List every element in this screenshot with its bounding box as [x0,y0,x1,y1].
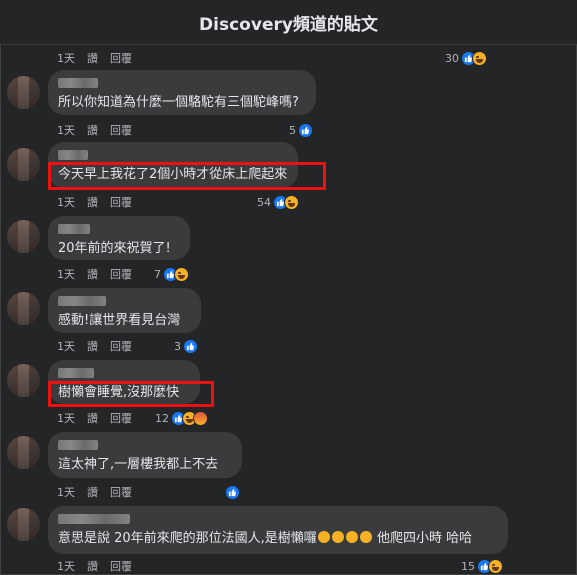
avatar[interactable] [7,364,40,397]
reaction-count: 54 [257,195,271,209]
comment-actions: 1天 讚 回覆 [57,484,132,500]
comment-actions: 1天 讚 回覆 [57,558,132,574]
timestamp[interactable]: 1天 [57,122,75,138]
commenter-name[interactable] [58,440,98,450]
commenter-name[interactable] [58,514,130,524]
avatar[interactable] [7,76,40,109]
reaction-count: 3 [174,339,181,353]
rofl-emoji-icon [317,531,330,543]
timestamp[interactable]: 1天 [57,266,75,282]
like-reaction-icon [225,484,240,500]
timestamp[interactable]: 1天 [57,410,75,426]
reply-button[interactable]: 回覆 [110,122,132,138]
angry-reaction-icon [193,410,208,426]
comment-text: 這太神了,一層樓我都上不去 [58,457,219,472]
like-button[interactable]: 讚 [87,338,98,354]
reaction-summary[interactable]: 12 [155,410,208,426]
reaction-count: 5 [289,123,296,137]
timestamp[interactable]: 1天 [57,194,75,210]
comment-bubble: 20年前的來祝賀了! [48,216,190,260]
avatar[interactable] [7,220,40,253]
post-header: Discovery頻道的貼文 [0,0,577,45]
like-button[interactable]: 讚 [87,194,98,210]
reaction-summary[interactable]: 5 [289,122,313,138]
avatar[interactable] [7,436,40,469]
reaction-summary[interactable] [225,484,240,500]
like-button[interactable]: 讚 [87,558,98,574]
reaction-count: 15 [461,559,475,573]
reaction-summary[interactable]: 15 [461,558,503,574]
timestamp[interactable]: 1天 [57,338,75,354]
haha-reaction-icon [488,558,503,574]
commenter-name[interactable] [58,78,98,88]
comment-actions: 1天 讚 回覆 [57,50,132,66]
comment-text: 感動!讓世界看見台灣 [58,313,181,328]
comment-text: 所以你知道為什麼一個駱駝有三個駝峰嗎? [58,95,299,110]
avatar[interactable] [7,508,40,541]
timestamp[interactable]: 1天 [57,558,75,574]
reply-button[interactable]: 回覆 [110,194,132,210]
like-button[interactable]: 讚 [87,122,98,138]
reply-button[interactable]: 回覆 [110,558,132,574]
reaction-count: 7 [154,267,161,281]
like-reaction-icon [183,338,198,354]
page-title: Discovery頻道的貼文 [199,15,378,35]
like-button[interactable]: 讚 [87,266,98,282]
highlight-box [48,162,326,190]
comment-actions: 1天 讚 回覆 [57,194,132,210]
like-reaction-icon [298,122,313,138]
comment-actions: 1天 讚 回覆 [57,338,132,354]
comment-text: 20年前的來祝賀了! [58,241,171,256]
reply-button[interactable]: 回覆 [110,50,132,66]
rofl-emoji-icon [345,531,358,543]
rofl-emoji-icon [331,531,344,543]
reaction-summary[interactable]: 7 [154,266,189,282]
comment-actions: 1天 讚 回覆 [57,410,132,426]
comment-actions: 1天 讚 回覆 [57,122,132,138]
reply-button[interactable]: 回覆 [110,410,132,426]
highlight-box [48,381,214,407]
avatar[interactable] [7,148,40,181]
like-button[interactable]: 讚 [87,50,98,66]
avatar[interactable] [7,292,40,325]
comment-actions: 1天 讚 回覆 [57,266,132,282]
reaction-count: 30 [445,51,459,65]
haha-reaction-icon [472,50,487,66]
rofl-emoji-icon [359,531,372,543]
comment-text-part: 他爬四小時 哈哈 [376,531,473,546]
comment-bubble: 意思是說 20年前來爬的那位法國人,是樹懶囉 他爬四小時 哈哈 [48,506,508,554]
reply-button[interactable]: 回覆 [110,484,132,500]
timestamp[interactable]: 1天 [57,50,75,66]
timestamp[interactable]: 1天 [57,484,75,500]
reaction-count: 12 [155,411,169,425]
comment-bubble: 感動!讓世界看見台灣 [48,288,201,333]
commenter-name[interactable] [58,296,106,306]
reaction-summary[interactable]: 30 [445,50,487,66]
haha-reaction-icon [284,194,299,210]
reply-button[interactable]: 回覆 [110,266,132,282]
reaction-summary[interactable]: 3 [174,338,198,354]
comment-bubble: 這太神了,一層樓我都上不去 [48,432,242,478]
commenter-name[interactable] [58,224,90,234]
reaction-summary[interactable]: 54 [257,194,299,210]
reply-button[interactable]: 回覆 [110,338,132,354]
comment-text-part: 意思是說 20年前來爬的那位法國人,是樹懶囉 [58,531,317,546]
like-button[interactable]: 讚 [87,484,98,500]
haha-reaction-icon [174,266,189,282]
comment-bubble: 所以你知道為什麼一個駱駝有三個駝峰嗎? [48,70,316,115]
like-button[interactable]: 讚 [87,410,98,426]
commenter-name[interactable] [58,150,88,160]
commenter-name[interactable] [58,368,94,378]
comment-text: 意思是說 20年前來爬的那位法國人,是樹懶囉 他爬四小時 哈哈 [58,530,498,547]
